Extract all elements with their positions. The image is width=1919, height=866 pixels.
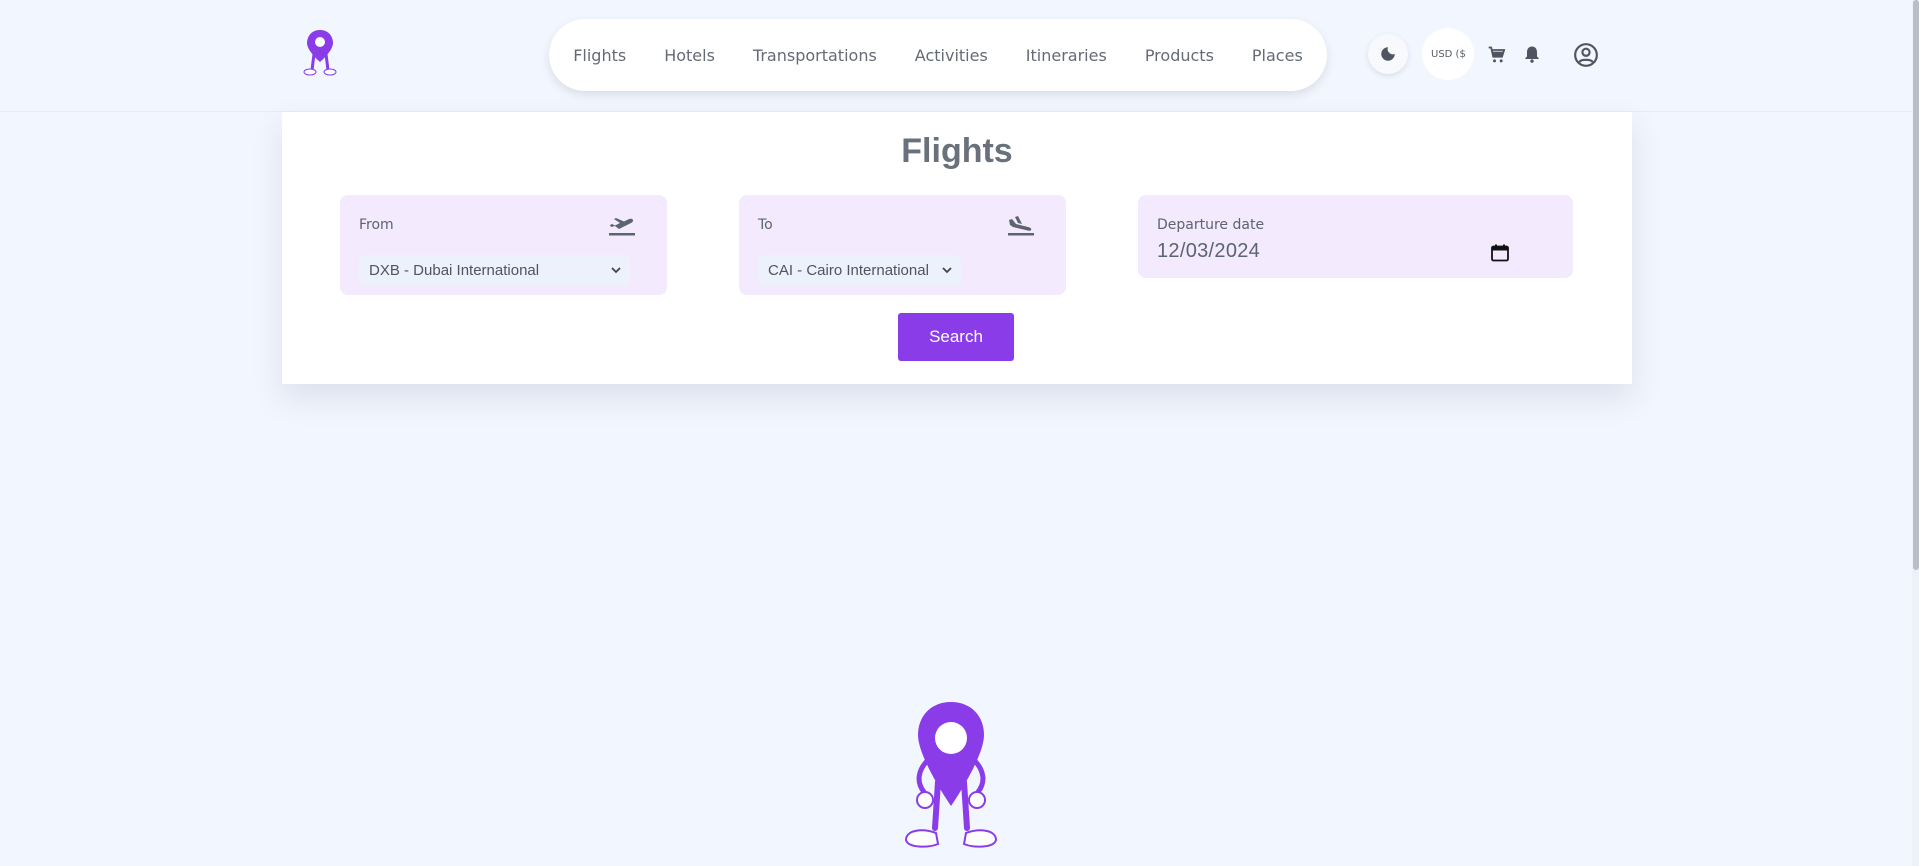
to-label: To [758, 217, 773, 233]
to-field: To CAI - Cairo International [739, 195, 1066, 295]
user-circle-icon [1574, 43, 1598, 67]
from-label: From [359, 217, 394, 233]
account-button[interactable] [1572, 41, 1600, 69]
theme-toggle-button[interactable] [1368, 34, 1408, 74]
chevron-down-icon [611, 267, 621, 274]
nav-activities[interactable]: Activities [896, 46, 1007, 65]
calendar-icon[interactable] [1490, 243, 1510, 263]
to-select-value: CAI - Cairo International [768, 261, 929, 279]
moon-icon [1381, 47, 1395, 61]
nav-places[interactable]: Places [1233, 46, 1322, 65]
page-scrollbar-thumb[interactable] [1913, 0, 1919, 570]
chevron-down-icon [942, 267, 952, 274]
cart-icon [1488, 46, 1506, 63]
logo-mascot-icon[interactable] [300, 28, 340, 78]
notifications-button[interactable] [1521, 43, 1543, 65]
nav-hotels[interactable]: Hotels [645, 46, 734, 65]
cart-button[interactable] [1486, 44, 1508, 66]
departure-date-label: Departure date [1157, 217, 1265, 233]
from-field: From DXB - Dubai International [340, 195, 667, 295]
airplane-takeoff-icon [609, 218, 635, 236]
nav-itineraries[interactable]: Itineraries [1007, 46, 1126, 65]
currency-selector[interactable]: USD ($ [1422, 28, 1474, 80]
nav-transportations[interactable]: Transportations [734, 46, 896, 65]
from-select[interactable]: DXB - Dubai International [359, 255, 630, 285]
page-title: Flights [901, 132, 1013, 170]
main-nav: Flights Hotels Transportations Activitie… [549, 19, 1327, 91]
to-select[interactable]: CAI - Cairo International [758, 255, 961, 285]
departure-date-field[interactable]: Departure date 12/03/2024 [1138, 195, 1573, 278]
top-header: Flights Hotels Transportations Activitie… [0, 0, 1919, 112]
airplane-landing-icon [1008, 216, 1034, 236]
mascot-illustration-icon [904, 702, 998, 848]
bell-icon [1525, 46, 1539, 63]
nav-products[interactable]: Products [1126, 46, 1233, 65]
departure-date-input[interactable]: 12/03/2024 [1157, 240, 1260, 263]
flight-search-card: Flights From DXB - Dubai International T… [282, 112, 1632, 384]
nav-flights[interactable]: Flights [554, 46, 645, 65]
from-select-value: DXB - Dubai International [369, 261, 540, 279]
search-button[interactable]: Search [898, 313, 1014, 361]
